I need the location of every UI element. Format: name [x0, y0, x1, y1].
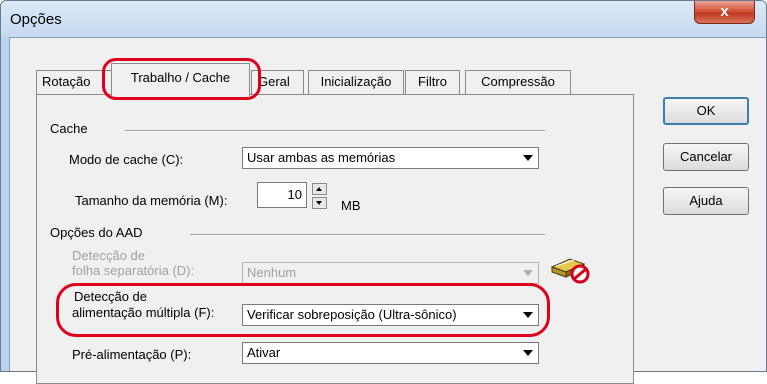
dialog-title: Opções	[10, 11, 62, 28]
chevron-down-icon	[523, 312, 533, 318]
multifeed-detection-value: Verificar sobreposição (Ultra-sônico)	[247, 307, 457, 322]
separator-detection-label-line1: Detecção de	[72, 248, 145, 263]
multifeed-detection-dropdown-button[interactable]	[519, 306, 537, 324]
separator-sheet-disabled-icon	[548, 255, 592, 285]
chevron-down-icon	[523, 155, 533, 161]
separator-detection-label-line2: folha separatória (D):	[72, 263, 195, 278]
memory-size-unit: MB	[341, 198, 361, 213]
memory-size-down-button[interactable]	[312, 197, 327, 209]
multifeed-detection-label-line1: Detecção de	[74, 289, 147, 304]
help-button[interactable]: Ajuda	[663, 187, 749, 215]
arrow-up-icon	[316, 187, 322, 191]
ok-button[interactable]: OK	[663, 97, 749, 125]
memory-size-up-button[interactable]	[312, 183, 327, 195]
tab-filtro[interactable]: Filtro	[405, 70, 460, 94]
prefeed-label: Pré-alimentação (P):	[72, 347, 192, 362]
chevron-down-icon	[523, 270, 533, 276]
cache-mode-value: Usar ambas as memórias	[247, 150, 396, 165]
separator-detection-select[interactable]: Nenhum	[242, 262, 539, 284]
close-button[interactable]: x	[694, 1, 755, 24]
prefeed-select[interactable]: Ativar	[242, 342, 539, 364]
prefeed-dropdown-button[interactable]	[519, 344, 537, 362]
tab-inicializacao[interactable]: Inicialização	[308, 70, 404, 94]
cache-group-line	[125, 130, 545, 132]
cache-mode-label: Modo de cache (C):	[69, 152, 184, 167]
arrow-down-icon	[316, 201, 322, 205]
tab-compressao[interactable]: Compressão	[465, 70, 571, 94]
aad-group-line	[190, 234, 545, 236]
tab-rotacao[interactable]: Rotação	[36, 70, 112, 94]
cache-mode-dropdown-button[interactable]	[519, 149, 537, 167]
prefeed-value: Ativar	[247, 345, 281, 360]
aad-group-heading: Opções do AAD	[50, 225, 147, 240]
cache-group-heading: Cache	[50, 121, 92, 136]
memory-size-input[interactable]: 10	[257, 182, 307, 208]
multifeed-detection-label-line2: alimentação múltipla (F):	[72, 305, 215, 320]
cancel-button[interactable]: Cancelar	[663, 143, 749, 171]
tab-trabalho-cache[interactable]: Trabalho / Cache	[111, 63, 250, 96]
cache-mode-select[interactable]: Usar ambas as memórias	[242, 147, 539, 169]
separator-detection-value: Nenhum	[247, 265, 297, 280]
title-bar[interactable]: Opções	[1, 1, 766, 37]
multifeed-detection-select[interactable]: Verificar sobreposição (Ultra-sônico)	[242, 304, 539, 326]
separator-detection-dropdown-button[interactable]	[519, 264, 537, 282]
memory-size-label: Tamanho da memória (M):	[75, 193, 228, 208]
tab-geral[interactable]: Geral	[251, 70, 304, 94]
chevron-down-icon	[523, 350, 533, 356]
